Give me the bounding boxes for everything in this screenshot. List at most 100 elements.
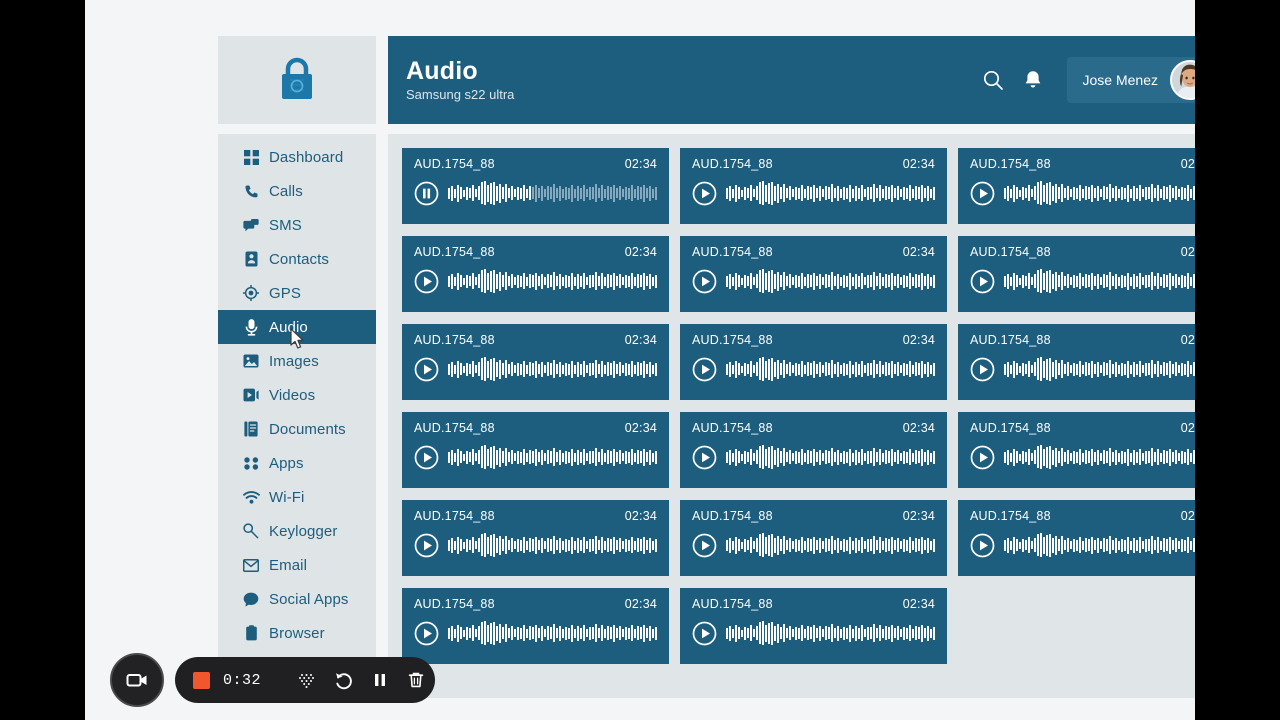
audio-card[interactable]: AUD.1754_88 02:34 bbox=[402, 412, 669, 488]
audio-waveform[interactable] bbox=[726, 620, 935, 646]
waveform-bar bbox=[1115, 449, 1117, 465]
waveform-bar bbox=[750, 361, 752, 377]
audio-card[interactable]: AUD.1754_88 02:34 bbox=[402, 148, 669, 224]
audio-card[interactable]: AUD.1754_88 02:34 bbox=[958, 236, 1195, 312]
waveform-bar bbox=[652, 188, 654, 198]
audio-card[interactable]: AUD.1754_88 02:34 bbox=[680, 148, 947, 224]
sidebar-item-social-apps[interactable]: Social Apps bbox=[218, 582, 376, 616]
play-icon[interactable] bbox=[414, 533, 439, 558]
audio-card[interactable]: AUD.1754_88 02:34 bbox=[680, 500, 947, 576]
target-icon bbox=[242, 284, 260, 302]
play-icon[interactable] bbox=[414, 269, 439, 294]
audio-card[interactable]: AUD.1754_88 02:34 bbox=[402, 500, 669, 576]
audio-card[interactable]: AUD.1754_88 02:34 bbox=[402, 588, 669, 664]
waveform-bar bbox=[565, 362, 567, 376]
audio-waveform[interactable] bbox=[448, 356, 657, 382]
waveform-bar bbox=[622, 189, 624, 197]
waveform-bar bbox=[774, 625, 776, 641]
sidebar-item-browser[interactable]: Browser bbox=[218, 616, 376, 650]
waveform-bar bbox=[864, 541, 866, 549]
user-menu[interactable]: Jose Menez bbox=[1066, 57, 1195, 103]
waveform-bar bbox=[846, 275, 848, 287]
audio-card[interactable]: AUD.1754_88 02:34 bbox=[680, 588, 947, 664]
audio-waveform[interactable] bbox=[726, 444, 935, 470]
waveform-bar bbox=[1100, 277, 1102, 285]
search-icon[interactable] bbox=[981, 68, 1005, 92]
waveform-bar bbox=[1172, 188, 1174, 198]
play-icon[interactable] bbox=[414, 357, 439, 382]
dots-grid-icon[interactable] bbox=[297, 669, 316, 691]
audio-waveform[interactable] bbox=[448, 532, 657, 558]
waveform-bar bbox=[1139, 361, 1141, 377]
waveform-bar bbox=[475, 453, 477, 461]
stop-recording-button[interactable] bbox=[193, 671, 210, 689]
audio-waveform[interactable] bbox=[448, 444, 657, 470]
play-icon[interactable] bbox=[692, 533, 717, 558]
waveform-bar bbox=[475, 365, 477, 373]
waveform-bar bbox=[843, 450, 845, 464]
sidebar-item-videos[interactable]: Videos bbox=[218, 378, 376, 412]
waveform-bar bbox=[1055, 447, 1057, 467]
waveform-bar bbox=[891, 536, 893, 554]
waveform-bar bbox=[613, 272, 615, 290]
pause-icon[interactable] bbox=[414, 181, 439, 206]
waveform-bar bbox=[813, 448, 815, 466]
play-icon[interactable] bbox=[970, 269, 995, 294]
play-icon[interactable] bbox=[970, 533, 995, 558]
waveform-bar bbox=[1100, 541, 1102, 549]
waveform-bar bbox=[565, 626, 567, 640]
play-icon[interactable] bbox=[970, 357, 995, 382]
waveform-bar bbox=[517, 450, 519, 464]
play-icon[interactable] bbox=[970, 445, 995, 470]
audio-card[interactable]: AUD.1754_88 02:34 bbox=[680, 324, 947, 400]
app-logo[interactable] bbox=[218, 36, 376, 124]
sidebar-item-contacts[interactable]: Contacts bbox=[218, 242, 376, 276]
sidebar-item-email[interactable]: Email bbox=[218, 548, 376, 582]
sidebar-item-keylogger[interactable]: Keylogger bbox=[218, 514, 376, 548]
sidebar-item-images[interactable]: Images bbox=[218, 344, 376, 378]
audio-waveform[interactable] bbox=[448, 620, 657, 646]
audio-waveform[interactable] bbox=[726, 268, 935, 294]
audio-waveform[interactable] bbox=[726, 356, 935, 382]
play-icon[interactable] bbox=[692, 445, 717, 470]
play-icon[interactable] bbox=[414, 621, 439, 646]
undo-arrow-icon[interactable] bbox=[333, 669, 354, 691]
sidebar-item-sms[interactable]: SMS bbox=[218, 208, 376, 242]
audio-waveform[interactable] bbox=[1004, 444, 1195, 470]
audio-waveform[interactable] bbox=[726, 180, 935, 206]
video-camera-icon[interactable] bbox=[110, 653, 164, 707]
sidebar-item-apps[interactable]: Apps bbox=[218, 446, 376, 480]
audio-waveform[interactable] bbox=[1004, 180, 1195, 206]
sidebar-item-gps[interactable]: GPS bbox=[218, 276, 376, 310]
audio-waveform[interactable] bbox=[448, 268, 657, 294]
waveform-bar bbox=[649, 185, 651, 201]
audio-card[interactable]: AUD.1754_88 02:34 bbox=[680, 236, 947, 312]
sidebar-item-calls[interactable]: Calls bbox=[218, 174, 376, 208]
sidebar-nav[interactable]: Dashboard Calls SMS Contacts GPS Audio Images V… bbox=[218, 134, 376, 698]
play-icon[interactable] bbox=[692, 181, 717, 206]
audio-waveform[interactable] bbox=[726, 532, 935, 558]
audio-card[interactable]: AUD.1754_88 02:34 bbox=[402, 236, 669, 312]
play-icon[interactable] bbox=[692, 269, 717, 294]
play-icon[interactable] bbox=[692, 621, 717, 646]
audio-waveform[interactable] bbox=[1004, 268, 1195, 294]
play-icon[interactable] bbox=[692, 357, 717, 382]
pause-bars-icon[interactable] bbox=[371, 669, 389, 691]
sidebar-item-wi-fi[interactable]: Wi-Fi bbox=[218, 480, 376, 514]
play-icon[interactable] bbox=[970, 181, 995, 206]
play-icon[interactable] bbox=[414, 445, 439, 470]
audio-card[interactable]: AUD.1754_88 02:34 bbox=[958, 148, 1195, 224]
audio-card[interactable]: AUD.1754_88 02:34 bbox=[402, 324, 669, 400]
audio-card[interactable]: AUD.1754_88 02:34 bbox=[958, 324, 1195, 400]
audio-card[interactable]: AUD.1754_88 02:34 bbox=[958, 412, 1195, 488]
sidebar-item-audio[interactable]: Audio bbox=[218, 310, 376, 344]
audio-card[interactable]: AUD.1754_88 02:34 bbox=[958, 500, 1195, 576]
sidebar-item-dashboard[interactable]: Dashboard bbox=[218, 140, 376, 174]
audio-card[interactable]: AUD.1754_88 02:34 bbox=[680, 412, 947, 488]
sidebar-item-documents[interactable]: Documents bbox=[218, 412, 376, 446]
trash-icon[interactable] bbox=[406, 669, 426, 691]
audio-waveform[interactable] bbox=[1004, 532, 1195, 558]
bell-icon[interactable] bbox=[1021, 68, 1045, 92]
audio-waveform[interactable] bbox=[1004, 356, 1195, 382]
audio-waveform[interactable] bbox=[448, 180, 657, 206]
